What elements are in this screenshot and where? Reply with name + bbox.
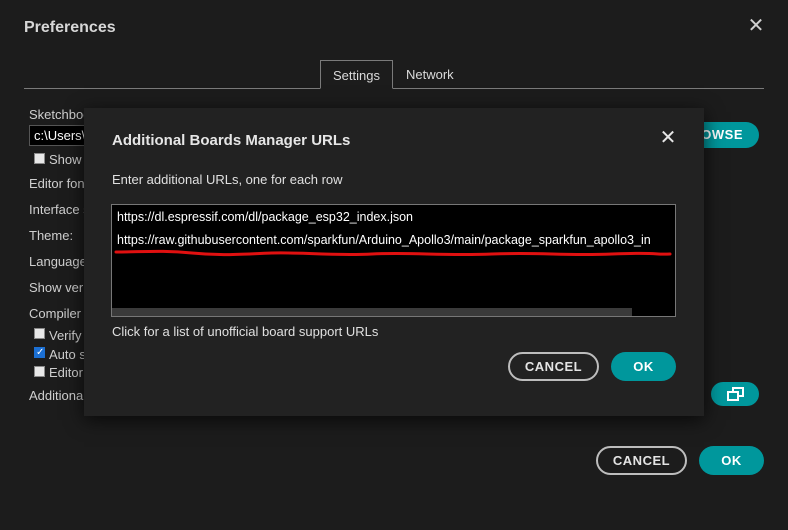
- ok-button[interactable]: OK: [699, 446, 764, 475]
- cancel-button[interactable]: CANCEL: [596, 446, 687, 475]
- horizontal-scrollbar[interactable]: [112, 308, 632, 316]
- unofficial-urls-link[interactable]: Click for a list of unofficial board sup…: [112, 324, 378, 339]
- red-underline-annotation: [114, 249, 672, 257]
- tab-settings[interactable]: Settings: [320, 60, 393, 89]
- open-urls-editor-button[interactable]: [711, 382, 759, 406]
- interface-label: Interface s: [29, 202, 90, 217]
- auto-save-checkbox[interactable]: [34, 347, 45, 358]
- urls-textarea[interactable]: https://dl.espressif.com/dl/package_esp3…: [111, 204, 676, 317]
- dialog-ok-button[interactable]: OK: [611, 352, 676, 381]
- editor-font-label: Editor fon: [29, 176, 85, 191]
- additional-urls-dialog: Additional Boards Manager URLs ✕ Enter a…: [84, 108, 704, 416]
- additional-urls-label: Additiona: [29, 388, 84, 403]
- editor-checkbox[interactable]: [34, 366, 45, 377]
- preferences-title: Preferences: [24, 19, 116, 36]
- compiler-label: Compiler: [29, 306, 82, 321]
- dialog-subtitle: Enter additional URLs, one for each row: [112, 172, 343, 187]
- verify-label: Verify: [49, 328, 82, 343]
- theme-label: Theme:: [29, 228, 74, 243]
- language-label: Language: [29, 254, 87, 269]
- close-icon[interactable]: ✕: [659, 128, 677, 148]
- open-window-icon: [727, 387, 744, 401]
- auto-save-label: Auto s: [49, 347, 86, 362]
- show-checkbox[interactable]: [34, 153, 45, 164]
- tab-network[interactable]: Network: [394, 60, 466, 89]
- dialog-cancel-button[interactable]: CANCEL: [508, 352, 599, 381]
- verify-checkbox[interactable]: [34, 328, 45, 339]
- close-icon[interactable]: ✕: [747, 16, 765, 36]
- editor-label: Editor: [49, 365, 83, 380]
- show-label: Show: [49, 152, 82, 167]
- show-verbose-label: Show verb: [29, 280, 91, 295]
- url-row: https://dl.espressif.com/dl/package_esp3…: [117, 210, 414, 224]
- dialog-title: Additional Boards Manager URLs: [112, 132, 351, 149]
